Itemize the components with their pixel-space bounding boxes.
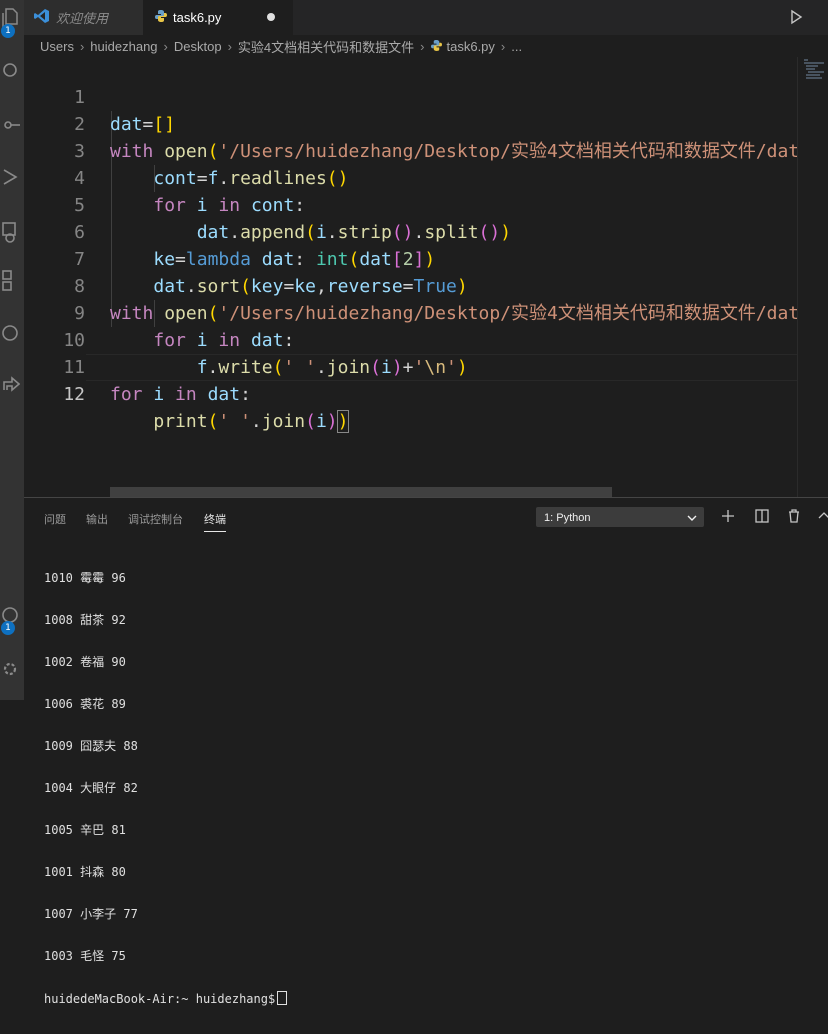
code-line: 11 for i in dat: xyxy=(24,327,798,405)
minimap-line xyxy=(804,59,808,61)
tab-welcome-label: 欢迎使用 xyxy=(56,11,109,26)
code-line: 6 ke=lambda dat: int(dat[2]) xyxy=(24,192,798,270)
breadcrumb-users[interactable]: Users xyxy=(40,39,74,54)
run-debug-icon[interactable] xyxy=(2,168,20,186)
terminal-line: 1010 霉霉 96 xyxy=(44,571,126,585)
tab-debug-console[interactable]: 调试控制台 xyxy=(128,511,183,527)
breadcrumb: Users › huidezhang › Desktop › 实验4文档相关代码… xyxy=(24,35,828,57)
chevron-down-icon xyxy=(687,508,697,535)
live-share-icon[interactable] xyxy=(2,374,21,392)
terminal-line: 1009 囧瑟夫 88 xyxy=(44,739,138,753)
code-line: 1 dat=[] xyxy=(24,57,798,135)
github-icon[interactable] xyxy=(2,324,20,342)
horizontal-scrollbar[interactable] xyxy=(110,487,612,497)
search-icon[interactable] xyxy=(2,62,20,80)
new-terminal-icon[interactable] xyxy=(720,508,736,524)
terminal-line: 1004 大眼仔 82 xyxy=(44,781,138,795)
python-icon xyxy=(155,10,167,25)
source-control-icon[interactable] xyxy=(2,116,20,134)
minimap-line xyxy=(806,77,822,79)
minimap-line xyxy=(806,74,820,76)
tab-welcome[interactable]: 欢迎使用 xyxy=(24,0,143,35)
breadcrumb-symbol[interactable]: ... xyxy=(511,39,522,54)
settings-gear-icon[interactable] xyxy=(2,660,20,678)
editor-tab-bar: 欢迎使用 task6.py xyxy=(24,0,828,35)
terminal-cursor xyxy=(277,991,288,1005)
chevron-up-icon[interactable] xyxy=(816,508,828,524)
terminal-line: 1003 毛怪 75 xyxy=(44,949,126,963)
explorer-icon[interactable] xyxy=(2,8,20,28)
explorer-badge: 1 xyxy=(1,24,15,38)
minimap-line xyxy=(804,62,824,64)
code-line: 5 dat.append(i.strip().split()) xyxy=(24,165,798,243)
tab-output[interactable]: 输出 xyxy=(86,511,108,527)
breadcrumb-file[interactable]: task6.py xyxy=(447,39,495,54)
tab-terminal[interactable]: 终端 xyxy=(204,511,226,532)
terminal-output[interactable]: 1010 霉霉 96 1008 甜茶 92 1002 卷福 90 1006 裘花… xyxy=(44,543,288,1034)
terminal-line: 1006 裘花 89 xyxy=(44,697,126,711)
chevron-right-icon: › xyxy=(79,38,85,54)
terminal-line: 1005 辛巴 81 xyxy=(44,823,126,837)
vscode-logo-icon xyxy=(34,8,50,27)
extensions-icon[interactable] xyxy=(2,270,20,291)
tab-problems[interactable]: 问题 xyxy=(44,511,66,527)
terminal-line: 1007 小李子 77 xyxy=(44,907,138,921)
code-editor[interactable]: 1 dat=[] 2 with open('/Users/huidezhang/… xyxy=(24,57,798,497)
code-line: 10 f.write(' '.join(i)+'\n') xyxy=(24,300,798,378)
split-terminal-icon[interactable] xyxy=(754,508,770,524)
breadcrumb-huidezhang[interactable]: huidezhang xyxy=(90,39,157,54)
terminal-select[interactable]: 1: Python xyxy=(536,507,704,527)
chevron-right-icon: › xyxy=(227,38,232,54)
tab-task6-label: task6.py xyxy=(173,10,222,25)
terminal-line: 1001 抖森 80 xyxy=(44,865,126,879)
breadcrumb-desktop[interactable]: Desktop xyxy=(174,39,222,54)
code-line: 7 dat.sort(key=ke,reverse=True) xyxy=(24,219,798,297)
trash-icon[interactable] xyxy=(786,508,802,524)
line-number: 12 xyxy=(63,384,85,405)
code-line: 9 for i in dat: xyxy=(24,273,798,351)
minimap-line xyxy=(806,65,818,67)
terminal-prompt-line: huidedeMacBook-Air:~ huidezhang$ xyxy=(44,991,288,1006)
python-icon xyxy=(430,39,442,54)
chevron-right-icon: › xyxy=(500,38,506,54)
code-line: 8 with open('/Users/huidezhang/Desktop/实… xyxy=(24,246,798,324)
remote-explorer-icon[interactable] xyxy=(2,222,20,243)
run-python-file-icon[interactable] xyxy=(788,9,804,25)
minimap-line xyxy=(808,71,824,73)
code-text: for i in dat: xyxy=(110,384,251,405)
code-line: 2 with open('/Users/huidezhang/Desktop/实… xyxy=(24,84,798,162)
code-line: 3 cont=f.readlines() xyxy=(24,111,798,189)
minimap-line xyxy=(806,68,815,70)
chevron-right-icon: › xyxy=(420,38,425,54)
bottom-panel: 问题 输出 调试控制台 终端 1: Python 1010 霉霉 96 1008… xyxy=(24,497,828,1006)
chevron-right-icon: › xyxy=(163,38,168,54)
tab-task6[interactable]: task6.py xyxy=(143,0,293,35)
code-text: print(' '.join(i)) xyxy=(153,410,350,433)
minimap[interactable] xyxy=(798,57,828,497)
code-line: 4 for i in cont: xyxy=(24,138,798,216)
terminal-line: 1002 卷福 90 xyxy=(44,655,126,669)
code-line: 12 print(' '.join(i)) xyxy=(24,354,798,433)
terminal-select-value: 1: Python xyxy=(544,512,591,524)
unsaved-dot-icon[interactable] xyxy=(267,13,275,21)
account-badge: 1 xyxy=(1,621,15,635)
activity-bar: 1 1 xyxy=(0,0,24,700)
terminal-line: 1008 甜茶 92 xyxy=(44,613,126,627)
breadcrumb-folder[interactable]: 实验4文档相关代码和数据文件 xyxy=(238,37,414,56)
terminal-prompt: huidedeMacBook-Air:~ huidezhang$ xyxy=(44,992,276,1006)
